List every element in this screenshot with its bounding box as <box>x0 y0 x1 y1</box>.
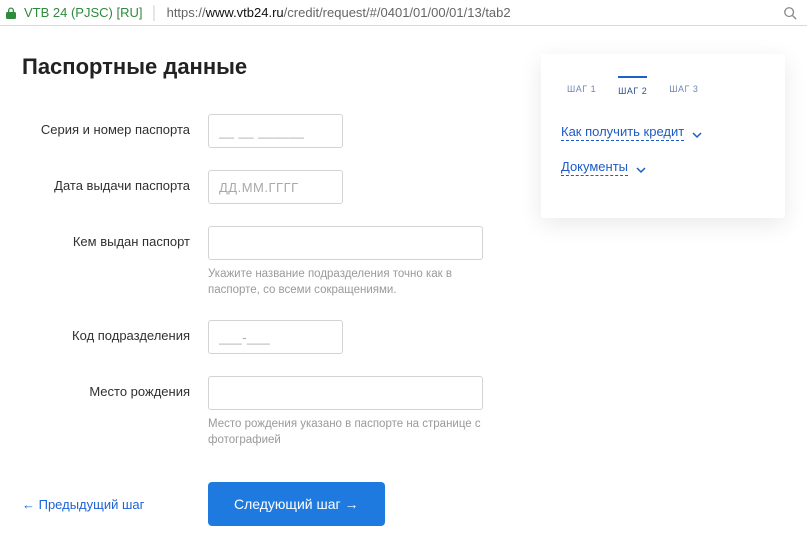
separator: │ <box>150 5 158 20</box>
sidebar-card: ШАГ 1 ШАГ 2 ШАГ 3 Как получить кредит До… <box>541 54 785 218</box>
chevron-down-icon <box>692 128 702 138</box>
prev-step-link[interactable]: ← Предыдущий шаг <box>22 497 208 512</box>
search-icon[interactable] <box>783 6 797 20</box>
step-tab-2[interactable]: ШАГ 2 <box>618 76 647 96</box>
birthplace-label: Место рождения <box>22 376 208 399</box>
page-title: Паспортные данные <box>22 54 501 80</box>
main-form: Паспортные данные Серия и номер паспорта… <box>22 54 501 526</box>
cert-label: VTB 24 (PJSC) [RU] <box>24 5 142 20</box>
how-to-get-credit-label: Как получить кредит <box>561 124 684 141</box>
address-bar: VTB 24 (PJSC) [RU] │ https://www.vtb24.r… <box>0 0 807 26</box>
issued-by-hint: Укажите название подразделения точно как… <box>208 266 488 298</box>
birthplace-hint: Место рождения указано в паспорте на стр… <box>208 416 488 448</box>
dept-code-label: Код подразделения <box>22 320 208 343</box>
lock-icon <box>6 7 16 19</box>
documents-label: Документы <box>561 159 628 176</box>
documents-link[interactable]: Документы <box>561 159 765 176</box>
issue-date-input[interactable] <box>208 170 343 204</box>
passport-series-input[interactable] <box>208 114 343 148</box>
issue-date-label: Дата выдачи паспорта <box>22 170 208 193</box>
step-tabs: ШАГ 1 ШАГ 2 ШАГ 3 <box>561 76 765 96</box>
dept-code-input[interactable] <box>208 320 343 354</box>
url-host: www.vtb24.ru <box>206 5 284 20</box>
issued-by-input[interactable] <box>208 226 483 260</box>
url-prefix: https:// <box>167 5 206 20</box>
next-step-button[interactable]: Следующий шаг → <box>208 482 385 526</box>
birthplace-input[interactable] <box>208 376 483 410</box>
passport-series-label: Серия и номер паспорта <box>22 114 208 137</box>
step-tab-3[interactable]: ШАГ 3 <box>669 76 698 96</box>
url-path: /credit/request/#/0401/01/00/01/13/tab2 <box>284 5 511 20</box>
url-display[interactable]: https://www.vtb24.ru/credit/request/#/04… <box>167 5 775 20</box>
chevron-down-icon <box>636 163 646 173</box>
step-tab-1[interactable]: ШАГ 1 <box>567 76 596 96</box>
issued-by-label: Кем выдан паспорт <box>22 226 208 249</box>
how-to-get-credit-link[interactable]: Как получить кредит <box>561 124 765 141</box>
